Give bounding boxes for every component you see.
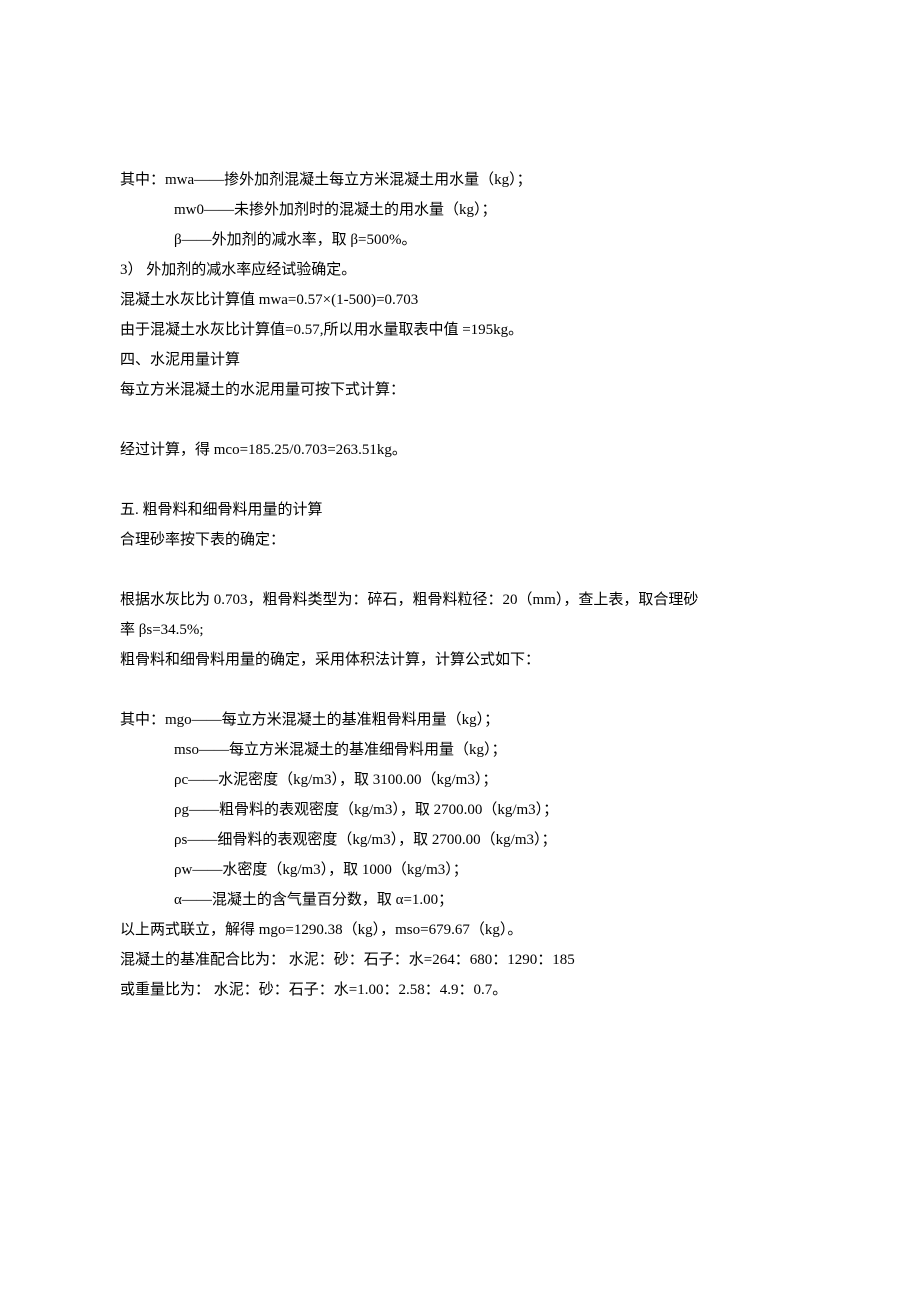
text-line: ρs——细骨料的表观密度（kg/m3），取 2700.00（kg/m3）； — [120, 825, 800, 855]
text-line: mw0——未掺外加剂时的混凝土的用水量（kg）； — [120, 195, 800, 225]
blank-line — [120, 465, 800, 495]
blank-line — [120, 675, 800, 705]
text-line: α——混凝土的含气量百分数，取 α=1.00； — [120, 885, 800, 915]
text-line: 每立方米混凝土的水泥用量可按下式计算： — [120, 375, 800, 405]
text-line: 合理砂率按下表的确定： — [120, 525, 800, 555]
text-line: 混凝土水灰比计算值 mwa=0.57×(1-500)=0.703 — [120, 285, 800, 315]
section-heading: 五. 粗骨料和细骨料用量的计算 — [120, 495, 800, 525]
blank-line — [120, 405, 800, 435]
text-line: ρg——粗骨料的表观密度（kg/m3），取 2700.00（kg/m3）； — [120, 795, 800, 825]
text-line: 率 βs=34.5%; — [120, 615, 800, 645]
text-line: 其中：mgo——每立方米混凝土的基准粗骨料用量（kg）； — [120, 705, 800, 735]
text-line: 其中：mwa——掺外加剂混凝土每立方米混凝土用水量（kg）； — [120, 165, 800, 195]
text-line: 根据水灰比为 0.703，粗骨料类型为：碎石，粗骨料粒径：20（mm），查上表，… — [120, 585, 800, 615]
text-line: ρw——水密度（kg/m3），取 1000（kg/m3）； — [120, 855, 800, 885]
text-line: 混凝土的基准配合比为： 水泥：砂：石子：水=264：680：1290：185 — [120, 945, 800, 975]
text-line: 粗骨料和细骨料用量的确定，采用体积法计算，计算公式如下： — [120, 645, 800, 675]
text-line: 3） 外加剂的减水率应经试验确定。 — [120, 255, 800, 285]
text-line: 经过计算，得 mco=185.25/0.703=263.51kg。 — [120, 435, 800, 465]
text-line: 由于混凝土水灰比计算值=0.57,所以用水量取表中值 =195kg。 — [120, 315, 800, 345]
text-line: 或重量比为： 水泥：砂：石子：水=1.00：2.58：4.9：0.7。 — [120, 975, 800, 1005]
section-heading: 四、水泥用量计算 — [120, 345, 800, 375]
text-line: β——外加剂的减水率，取 β=500%。 — [120, 225, 800, 255]
text-line: ρc——水泥密度（kg/m3），取 3100.00（kg/m3）； — [120, 765, 800, 795]
text-line: mso——每立方米混凝土的基准细骨料用量（kg）； — [120, 735, 800, 765]
text-line: 以上两式联立，解得 mgo=1290.38（kg），mso=679.67（kg）… — [120, 915, 800, 945]
blank-line — [120, 555, 800, 585]
